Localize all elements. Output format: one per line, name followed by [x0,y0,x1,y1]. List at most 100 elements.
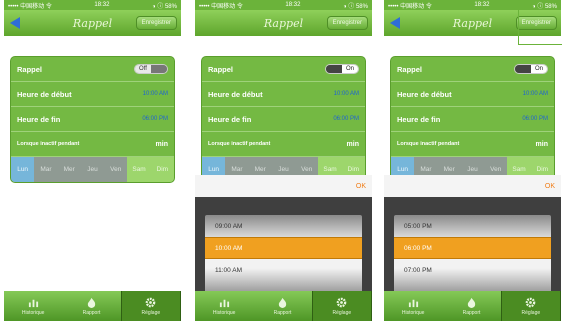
page-title: Rappel [72,16,113,30]
row-inactive[interactable]: Lorsque inactif pendant min [202,132,365,157]
flame-icon [467,297,476,308]
save-button[interactable]: Enregistrer [326,16,368,30]
end-value: 06:00 PM [333,116,359,122]
tab-rapport[interactable]: Rapport [253,291,311,321]
inactive-label: Lorsque inactif pendant [397,141,460,147]
ok-button[interactable]: OK [545,183,555,190]
clock-text: 18:32 [285,2,301,8]
rappel-toggle[interactable]: On [514,64,548,74]
tab-reglage[interactable]: Réglage [500,291,561,321]
row-inactive[interactable]: Lorsque inactif pendant min [11,132,174,157]
wheel-option[interactable]: 09:00 AM [205,215,362,237]
carrier-text: ••••• 中国移动 令 [388,3,432,10]
back-arrow-icon[interactable] [10,17,20,29]
flame-icon [87,297,96,308]
save-button[interactable]: Enregistrer [135,16,177,30]
day-jeu[interactable]: Jeu [80,157,105,182]
inactive-label: Lorsque inactif pendant [17,141,80,147]
row-end[interactable]: Heure de fin 06:00 PM [202,107,365,132]
wheel-drum: 09:00 AM 10:00 AM 11:00 AM [205,215,362,297]
wheel-option[interactable]: 07:00 PM [394,259,551,281]
toggle-knob [151,65,167,73]
end-label: Heure de fin [17,114,61,124]
tab-rapport[interactable]: Rapport [62,291,120,321]
min-unit: min [535,140,548,148]
end-label: Heure de fin [208,114,252,124]
wheel-option[interactable]: 05:00 PM [394,215,551,237]
rappel-toggle[interactable]: On [325,64,359,74]
settings-group: Rappel Off Heure de début 10:00 AM Heure… [10,56,175,183]
wheel-option-selected[interactable]: 10:00 AM [205,237,362,259]
tab-rapport[interactable]: Rapport [442,291,500,321]
day-lun[interactable]: Lun [11,157,35,182]
end-value: 06:00 PM [142,116,168,122]
callout-line-horizontal [518,44,562,45]
day-sam[interactable]: Sam [127,157,151,182]
clock-text: 18:32 [94,2,110,8]
back-arrow-icon[interactable] [390,17,400,29]
row-inactive[interactable]: Lorsque inactif pendant min [391,132,554,157]
nav-bar: Rappel Enregistrer [384,10,561,36]
battery-text: ◑ ⓘ 58% [343,3,368,10]
start-label: Heure de début [17,89,72,99]
tab-reglage-label: Réglage [521,309,541,316]
picker-toolbar: OK [384,175,561,197]
callout-line-vertical [518,0,519,45]
status-bar: ••••• 中国移动 令 18:32 ◑ ⓘ 58% [384,0,561,10]
rappel-label: Rappel [208,64,234,74]
toggle-off-label: Off [135,65,151,73]
toggle-knob [326,65,342,73]
wheel-drum: 05:00 PM 06:00 PM 07:00 PM [394,215,551,297]
toggle-on-label: On [531,65,547,73]
day-ven[interactable]: Ven [104,157,128,182]
tab-reglage[interactable]: Réglage [311,291,372,321]
tab-historique-label: Historique [401,309,425,316]
tab-historique[interactable]: Historique [4,291,62,321]
save-button[interactable]: Enregistrer [515,16,557,30]
gear-icon [526,297,536,307]
screen-start-picker: ••••• 中国移动 令 18:32 ◑ ⓘ 58% Rappel Enregi… [195,0,372,321]
day-mer[interactable]: Mer [57,157,81,182]
chart-icon [28,299,38,307]
tab-bar: Historique Rapport Réglage [4,291,181,321]
min-unit: min [346,140,359,148]
ok-button[interactable]: OK [356,183,366,190]
tab-reglage[interactable]: Réglage [120,291,181,321]
nav-bar: Rappel Enregistrer [4,10,181,36]
toggle-knob [515,65,531,73]
gear-icon [337,297,347,307]
row-rappel: Rappel On [202,57,365,82]
day-dim[interactable]: Dim [150,157,174,182]
day-selector: Lun Mar Mer Jeu Ven Sam Dim [11,157,174,182]
wheel-option[interactable]: 11:00 AM [205,259,362,281]
wheel-option-selected[interactable]: 06:00 PM [394,237,551,259]
rappel-toggle[interactable]: Off [134,64,168,74]
screen-reminder-off: ••••• 中国移动 令 18:32 ◑ ⓘ 58% Rappel Enregi… [4,0,181,321]
row-start[interactable]: Heure de début 10:00 AM [11,82,174,107]
day-mar[interactable]: Mar [34,157,58,182]
tab-historique[interactable]: Historique [195,291,253,321]
status-bar: ••••• 中国移动 令 18:32 ◑ ⓘ 58% [195,0,372,10]
tab-bar: Historique Rapport Réglage [384,291,561,321]
end-value: 06:00 PM [522,116,548,122]
inactive-label: Lorsque inactif pendant [208,141,271,147]
row-end[interactable]: Heure de fin 06:00 PM [391,107,554,132]
time-picker-wheel[interactable]: 05:00 PM 06:00 PM 07:00 PM [384,197,561,297]
row-end[interactable]: Heure de fin 06:00 PM [11,107,174,132]
flame-icon [278,297,287,308]
clock-text: 18:32 [474,2,490,8]
tab-historique-label: Historique [21,309,45,316]
row-start[interactable]: Heure de début 10:00 AM [202,82,365,107]
time-picker-wheel[interactable]: 09:00 AM 10:00 AM 11:00 AM [195,197,372,297]
settings-group: Rappel On Heure de début 10:00 AM Heure … [201,56,366,183]
row-rappel: Rappel On [391,57,554,82]
page-title: Rappel [452,16,493,30]
tab-rapport-label: Rapport [462,309,481,316]
gear-icon [146,297,156,307]
toggle-on-label: On [342,65,358,73]
tab-historique[interactable]: Historique [384,291,442,321]
row-start[interactable]: Heure de début 10:00 AM [391,82,554,107]
start-value: 10:00 AM [522,91,548,97]
nav-bar: Rappel Enregistrer [195,10,372,36]
page-title: Rappel [263,16,304,30]
